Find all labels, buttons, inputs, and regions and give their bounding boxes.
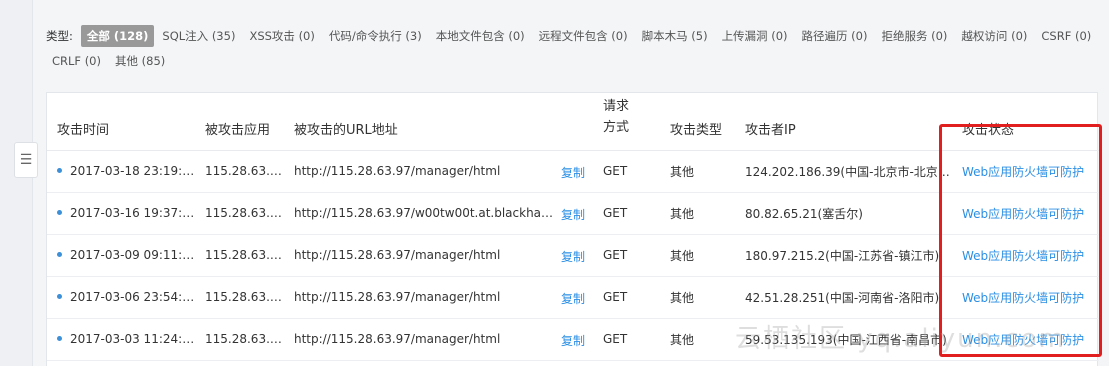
filter-chip-dos[interactable]: 拒绝服务 (0) bbox=[875, 25, 953, 47]
row-dot-icon bbox=[57, 336, 62, 341]
cell-ip: 42.51.28.251(中国-河南省-洛阳市) bbox=[735, 276, 952, 319]
header-status: 攻击状态 bbox=[952, 93, 1099, 151]
filter-chip-all[interactable]: 全部 (128) bbox=[80, 25, 155, 47]
attack-log-panel: 攻击时间 被攻击应用 被攻击的URL地址 请求 方式 攻击类型 攻击者IP 攻击… bbox=[46, 92, 1099, 366]
cell-method: GET bbox=[593, 318, 660, 361]
header-type: 攻击类型 bbox=[660, 93, 735, 151]
cell-status: Web应用防火墙可防护 bbox=[952, 192, 1099, 235]
cell-type: 其他 bbox=[660, 318, 735, 361]
cell-type: 其他 bbox=[660, 276, 735, 319]
time-text: 2017-03-09 09:11:30 bbox=[70, 248, 195, 262]
status-link[interactable]: Web应用防火墙可防护 bbox=[962, 207, 1084, 221]
table-row[interactable]: 2017-03-09 09:11:30 115.28.63.97 http://… bbox=[47, 234, 1099, 277]
copy-button[interactable]: 复制 bbox=[561, 290, 585, 307]
filter-chip-rfi[interactable]: 远程文件包含 (0) bbox=[533, 25, 634, 47]
cell-app: 115.28.63.97 bbox=[195, 192, 284, 235]
cell-time: 2017-03-18 23:19:29 bbox=[47, 150, 195, 193]
cell-url: http://115.28.63.97/w00tw00t.at.blackhat… bbox=[284, 192, 593, 235]
filter-row-2: CRLF (0) 其他 (85) bbox=[46, 49, 1106, 73]
header-app: 被攻击应用 bbox=[195, 93, 284, 151]
cell-ip: 59.53.135.193(中国-江西省-南昌市) bbox=[735, 318, 952, 361]
row-dot-icon bbox=[57, 168, 62, 173]
type-filter-bar: 类型: 全部 (128) SQL注入 (35) XSS攻击 (0) 代码/命令执… bbox=[46, 24, 1106, 74]
url-text: http://115.28.63.97/w00tw00t.at.blackhat… bbox=[294, 206, 556, 221]
status-link[interactable]: Web应用防火墙可防护 bbox=[962, 165, 1084, 179]
cell-status: Web应用防火墙可防护 bbox=[952, 234, 1099, 277]
cell-type: 其他 bbox=[660, 150, 735, 193]
filter-chip-csrf[interactable]: CSRF (0) bbox=[1035, 26, 1097, 46]
cell-type: 其他 bbox=[660, 234, 735, 277]
time-text: 2017-03-16 19:37:24 bbox=[70, 206, 195, 220]
cell-type: 其他 bbox=[660, 192, 735, 235]
header-ip: 攻击者IP bbox=[735, 93, 952, 151]
row-dot-icon bbox=[57, 210, 62, 215]
time-text: 2017-03-06 23:54:37 bbox=[70, 290, 195, 304]
status-link[interactable]: Web应用防火墙可防护 bbox=[962, 291, 1084, 305]
table-row[interactable]: 2017-03-18 23:19:29 115.28.63.97 http://… bbox=[47, 150, 1099, 193]
copy-button[interactable]: 复制 bbox=[561, 206, 585, 223]
cell-ip: 124.202.186.39(中国-北京市-北京市) bbox=[735, 150, 952, 193]
filter-chip-privilege[interactable]: 越权访问 (0) bbox=[955, 25, 1033, 47]
table-row[interactable]: 2017-03-06 23:54:37 115.28.63.97 http://… bbox=[47, 276, 1099, 319]
time-text: 2017-03-18 23:19:29 bbox=[70, 164, 195, 178]
header-method-text: 请求 方式 bbox=[603, 98, 630, 135]
cell-time: 2017-03-16 19:37:24 bbox=[47, 192, 195, 235]
cell-ip: 80.82.65.21(塞舌尔) bbox=[735, 192, 952, 235]
cell-status: Web应用防火墙可防护 bbox=[952, 318, 1099, 361]
filter-label: 类型: bbox=[46, 29, 73, 43]
cell-method: GET bbox=[593, 150, 660, 193]
filter-chip-upload[interactable]: 上传漏洞 (0) bbox=[716, 25, 794, 47]
cell-method: GET bbox=[593, 234, 660, 277]
filter-chip-lfi[interactable]: 本地文件包含 (0) bbox=[430, 25, 531, 47]
attack-log-table: 攻击时间 被攻击应用 被攻击的URL地址 请求 方式 攻击类型 攻击者IP 攻击… bbox=[47, 93, 1099, 361]
cell-url: http://115.28.63.97/manager/html 复制 bbox=[284, 276, 593, 319]
cell-url: http://115.28.63.97/manager/html 复制 bbox=[284, 234, 593, 277]
cell-time: 2017-03-09 09:11:30 bbox=[47, 234, 195, 277]
header-url: 被攻击的URL地址 bbox=[284, 93, 593, 151]
copy-button[interactable]: 复制 bbox=[561, 248, 585, 265]
filter-chip-other[interactable]: 其他 (85) bbox=[109, 50, 171, 72]
menu-toggle-icon[interactable]: ☰ bbox=[14, 142, 38, 178]
cell-status: Web应用防火墙可防护 bbox=[952, 276, 1099, 319]
table-header-row: 攻击时间 被攻击应用 被攻击的URL地址 请求 方式 攻击类型 攻击者IP 攻击… bbox=[47, 93, 1099, 151]
status-link[interactable]: Web应用防火墙可防护 bbox=[962, 333, 1084, 347]
cell-app: 115.28.63.97 bbox=[195, 276, 284, 319]
cell-status: Web应用防火墙可防护 bbox=[952, 150, 1099, 193]
header-method: 请求 方式 bbox=[593, 93, 660, 151]
filter-chip-webshell[interactable]: 脚本木马 (5) bbox=[636, 25, 714, 47]
header-time: 攻击时间 bbox=[47, 93, 195, 151]
row-dot-icon bbox=[57, 252, 62, 257]
status-link[interactable]: Web应用防火墙可防护 bbox=[962, 249, 1084, 263]
filter-chip-xss[interactable]: XSS攻击 (0) bbox=[243, 25, 320, 47]
cell-method: GET bbox=[593, 276, 660, 319]
filter-chip-code-exec[interactable]: 代码/命令执行 (3) bbox=[323, 25, 428, 47]
left-sidebar-strip bbox=[0, 0, 33, 366]
filter-chip-sql[interactable]: SQL注入 (35) bbox=[156, 25, 241, 47]
cell-time: 2017-03-03 11:24:36 bbox=[47, 318, 195, 361]
url-text: http://115.28.63.97/manager/html bbox=[294, 248, 501, 263]
cell-time: 2017-03-06 23:54:37 bbox=[47, 276, 195, 319]
filter-chip-path-traversal[interactable]: 路径遍历 (0) bbox=[796, 25, 874, 47]
url-text: http://115.28.63.97/manager/html bbox=[294, 332, 501, 347]
cell-app: 115.28.63.97 bbox=[195, 150, 284, 193]
url-text: http://115.28.63.97/manager/html bbox=[294, 290, 501, 305]
cell-app: 115.28.63.97 bbox=[195, 318, 284, 361]
time-text: 2017-03-03 11:24:36 bbox=[70, 332, 195, 346]
table-row[interactable]: 2017-03-16 19:37:24 115.28.63.97 http://… bbox=[47, 192, 1099, 235]
filter-row-1: 类型: 全部 (128) SQL注入 (35) XSS攻击 (0) 代码/命令执… bbox=[46, 24, 1106, 48]
copy-button[interactable]: 复制 bbox=[561, 332, 585, 349]
url-text: http://115.28.63.97/manager/html bbox=[294, 164, 501, 179]
cell-method: GET bbox=[593, 192, 660, 235]
cell-ip: 180.97.215.2(中国-江苏省-镇江市) bbox=[735, 234, 952, 277]
cell-url: http://115.28.63.97/manager/html 复制 bbox=[284, 318, 593, 361]
copy-button[interactable]: 复制 bbox=[561, 164, 585, 181]
filter-chip-crlf[interactable]: CRLF (0) bbox=[46, 51, 107, 71]
cell-app: 115.28.63.97 bbox=[195, 234, 284, 277]
cell-url: http://115.28.63.97/manager/html 复制 bbox=[284, 150, 593, 193]
table-row[interactable]: 2017-03-03 11:24:36 115.28.63.97 http://… bbox=[47, 318, 1099, 361]
row-dot-icon bbox=[57, 294, 62, 299]
